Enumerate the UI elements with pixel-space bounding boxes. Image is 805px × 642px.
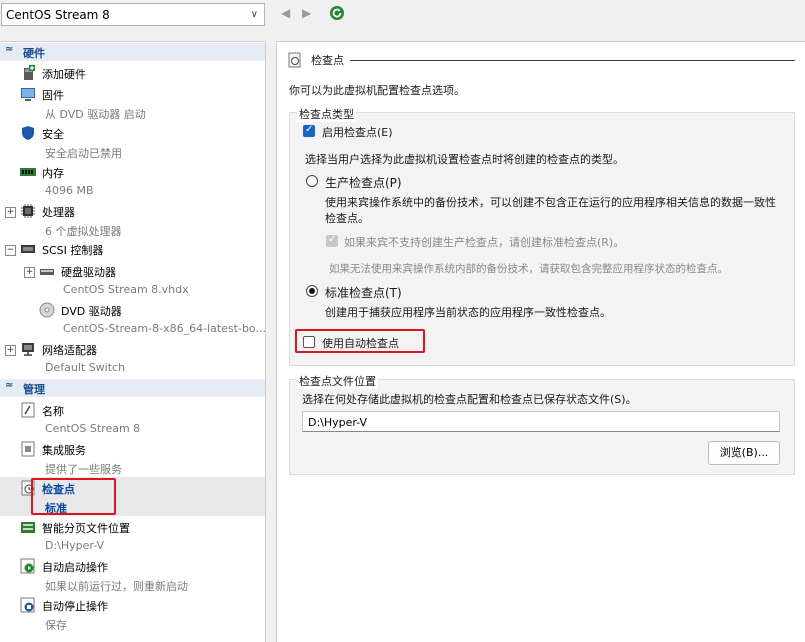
firmware-icon [21,88,35,101]
integration-services-icon [21,441,35,457]
name-icon [21,402,35,418]
tree-item-scsi-controller[interactable]: − SCSI 控制器 [0,239,265,259]
tree-item-label: 安全 [42,128,64,141]
checkpoint-type-instructions: 选择当用户选择为此虚拟机设置检查点时将创建的检查点的类型。 [305,153,624,166]
enable-checkpoints-checkbox[interactable]: ✓ [303,124,315,137]
management-section-title: 管理 [23,383,45,396]
checkpoint-location-input[interactable]: D:\Hyper-V [302,411,780,432]
vm-select[interactable]: CentOS Stream 8 ∨ [1,3,265,26]
tree-item-detail: CentOS Stream 8.vhdx [63,283,189,296]
tree-item-label: DVD 驱动器 [61,305,122,318]
tree-item-label: 内存 [42,167,64,180]
tree-item-smart-paging[interactable]: 智能分页文件位置 D:\Hyper-V [0,516,265,555]
vm-select-value: CentOS Stream 8 [6,8,110,22]
back-button[interactable]: ◀ [281,6,290,20]
tree-item-detail: 如果以前运行过，则重新启动 [45,580,188,593]
refresh-icon[interactable] [329,5,345,21]
tree-item-firmware[interactable]: 固件 从 DVD 驱动器 启动 [0,83,265,122]
expand-icon[interactable]: + [5,345,16,356]
hardware-section-title: 硬件 [23,47,45,60]
chevron-down-icon[interactable]: ∨ [251,9,258,20]
page-description: 你可以为此虚拟机配置检查点选项。 [289,84,465,97]
tree-item-detail: CentOS Stream 8 [45,422,141,435]
page-title: 检查点 [311,54,344,67]
tree-item-label: 名称 [42,405,64,418]
tree-item-memory[interactable]: 内存 4096 MB [0,161,265,200]
tree-item-label: 固件 [42,89,64,102]
standard-checkpoint-radio[interactable] [306,285,318,297]
expand-icon[interactable]: + [24,267,35,278]
tree-item-detail: CentOS-Stream-8-x86_64-latest-bo... [63,322,266,335]
shield-icon [22,126,34,140]
tree-item-processor[interactable]: + 处理器 6 个虚拟处理器 [0,200,265,239]
checkpoint-location-description: 选择在何处存储此虚拟机的检查点配置和检查点已保存状态文件(S)。 [302,393,637,406]
highlight-box-checkpoints [31,478,116,515]
smart-paging-icon [21,522,35,533]
checkpoint-icon [288,52,301,68]
tree-item-auto-start[interactable]: 自动启动操作 如果以前运行过，则重新启动 [0,555,265,594]
tree-item-label: 添加硬件 [42,68,86,81]
highlight-box-automatic-checkpoints [295,329,425,353]
collapse-icon[interactable]: − [5,245,16,256]
tree-item-add-hardware[interactable]: 添加硬件 [0,63,265,83]
auto-start-icon [20,558,35,574]
production-checkpoint-radio[interactable] [306,175,318,187]
tree-item-detail: 提供了一些服务 [45,463,122,476]
network-adapter-icon [22,343,34,356]
tree-item-label: 自动启动操作 [42,561,108,574]
checkpoint-location-value: D:\Hyper-V [308,416,368,429]
dvd-disc-icon [39,302,55,318]
checkpoint-location-group-title: 检查点文件位置 [297,373,378,389]
settings-tree: ≈ 硬件 添加硬件 固件 从 DVD 驱动器 启动 安全 安全启动已禁用 内存 … [0,41,266,642]
hard-drive-icon [40,269,54,275]
tree-item-detail: 6 个虚拟处理器 [45,225,122,238]
tree-item-label: 硬盘驱动器 [61,266,116,279]
tree-item-auto-stop[interactable]: 自动停止操作 保存 [0,594,265,633]
tree-item-label: 网络适配器 [42,344,97,357]
collapse-icon[interactable]: ≈ [5,380,13,391]
expand-icon[interactable]: + [5,207,16,218]
processor-icon [21,204,35,218]
browse-button[interactable]: 浏览(B)... [708,441,780,465]
scsi-controller-icon [21,245,35,253]
tree-item-hard-drive[interactable]: + 硬盘驱动器 CentOS Stream 8.vhdx [0,260,265,299]
fallback-note: 如果无法使用来宾操作系统内部的备份技术，请获取包含完整应用程序状态的检查点。 [329,263,728,275]
production-checkpoint-label[interactable]: 生产检查点(P) [325,174,402,191]
tree-item-detail: 4096 MB [45,184,94,197]
tree-item-security[interactable]: 安全 安全启动已禁用 [0,122,265,161]
hardware-section-header[interactable]: ≈ 硬件 [0,43,265,61]
forward-button[interactable]: ▶ [302,6,311,20]
fallback-standard-label[interactable]: 如果来宾不支持创建生产检查点，请创建标准检查点(R)。 [344,234,624,250]
tree-item-label: 处理器 [42,206,75,219]
enable-checkpoints-label[interactable]: 启用检查点(E) [322,124,393,140]
production-checkpoint-description-line2: 检查点。 [325,212,369,225]
tree-item-integration-services[interactable]: 集成服务 提供了一些服务 [0,438,265,477]
collapse-icon[interactable]: ≈ [5,44,13,55]
tree-item-dvd-drive[interactable]: DVD 驱动器 CentOS-Stream-8-x86_64-latest-bo… [0,299,266,338]
management-section-header[interactable]: ≈ 管理 [0,379,265,397]
fallback-standard-checkbox[interactable]: ✓ [326,234,338,247]
tree-item-name[interactable]: 名称 CentOS Stream 8 [0,399,265,438]
title-divider [350,60,795,61]
tree-item-detail: Default Switch [45,361,126,374]
tree-item-label: 自动停止操作 [42,600,108,613]
tree-item-label: 集成服务 [42,444,86,457]
auto-stop-icon [20,597,35,613]
production-checkpoint-description-line1: 使用来宾操作系统中的备份技术，可以创建不包含正在运行的应用程序相关信息的数据一致… [325,196,776,209]
standard-checkpoint-description: 创建用于捕获应用程序当前状态的应用程序一致性检查点。 [325,306,611,319]
memory-icon [20,168,36,176]
tree-item-detail: 从 DVD 驱动器 启动 [45,108,146,121]
tree-item-network-adapter[interactable]: + 网络适配器 Default Switch [0,338,265,377]
tree-item-label: 智能分页文件位置 [42,522,130,535]
add-hardware-icon [24,65,35,80]
tree-item-detail: 保存 [45,619,67,632]
standard-checkpoint-label[interactable]: 标准检查点(T) [325,284,402,301]
tree-item-detail: 安全启动已禁用 [45,147,122,160]
tree-item-detail: D:\Hyper-V [45,539,105,552]
tree-item-label: SCSI 控制器 [42,244,104,257]
checkpoint-type-group-title: 检查点类型 [297,106,356,122]
